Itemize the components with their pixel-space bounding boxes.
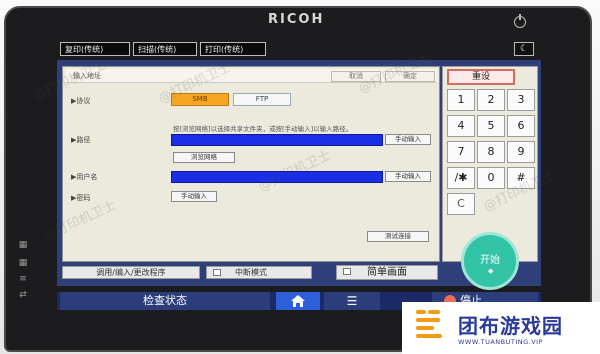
path-manual-input-button[interactable]: 手动输入 (385, 134, 431, 145)
side-arrow-icon: ⇄ (19, 290, 27, 300)
key-3[interactable]: 3 (507, 89, 535, 111)
key-2[interactable]: 2 (477, 89, 505, 111)
key-4[interactable]: 4 (447, 115, 475, 137)
address-dialog: 输入地址 取消 确定 ▶协议 SMB FTP 按[浏览网络]以选择共享文件夹，或… (62, 66, 440, 262)
dialog-header: 输入地址 取消 确定 (65, 69, 437, 83)
key-hash[interactable]: # (507, 167, 535, 189)
simple-screen-checkbox-icon (343, 268, 351, 275)
browse-network-button[interactable]: 浏览网络 (173, 152, 235, 163)
interrupt-mode-checkbox-icon (213, 269, 221, 276)
username-label: ▶用户名 (71, 173, 98, 181)
key-1[interactable]: 1 (447, 89, 475, 111)
cancel-button[interactable]: 取消 (331, 71, 381, 82)
start-button[interactable]: ◆ 开始 (461, 232, 519, 290)
tab-copy[interactable]: 复印(传统) (60, 42, 130, 56)
menu-button[interactable]: ☰ (324, 292, 380, 310)
path-hint: 按[浏览网络]以选择共享文件夹，或按[手动输入]以输入路径。 (173, 125, 353, 133)
site-logo-banner: 团布游戏园 WWW.TUANBUTING.VIP (402, 302, 600, 354)
protocol-smb-button[interactable]: SMB (171, 93, 229, 106)
key-6[interactable]: 6 (507, 115, 535, 137)
menu-icon: ☰ (346, 294, 358, 308)
interrupt-mode-label: 中断模式 (235, 268, 267, 277)
interrupt-mode-button[interactable]: 中断模式 (206, 266, 312, 279)
simple-screen-label: 简单画面 (367, 267, 407, 278)
ok-button[interactable]: 确定 (385, 71, 435, 82)
username-manual-input-button[interactable]: 手动输入 (385, 171, 431, 182)
home-button[interactable] (276, 292, 320, 310)
home-icon (291, 295, 305, 307)
key-9[interactable]: 9 (507, 141, 535, 163)
power-icon[interactable] (514, 14, 526, 28)
tab-print[interactable]: 打印(传统) (200, 42, 266, 56)
key-clear[interactable]: C (447, 193, 475, 215)
username-field[interactable] (171, 171, 383, 183)
program-button[interactable]: 调用/编入/更改程序 (62, 266, 200, 279)
key-8[interactable]: 8 (477, 141, 505, 163)
tab-scan[interactable]: 扫描(传统) (133, 42, 197, 56)
protocol-label: ▶协议 (71, 97, 91, 105)
logo-text: 团布游戏园 (458, 314, 563, 338)
key-0[interactable]: 0 (477, 167, 505, 189)
protocol-ftp-button[interactable]: FTP (233, 93, 291, 106)
check-status-button[interactable]: 检查状态 (60, 292, 270, 310)
password-label: ▶密码 (71, 194, 91, 202)
test-connection-button[interactable]: 测试连接 (367, 231, 429, 242)
start-indicator-icon: ◆ (488, 267, 494, 275)
path-field[interactable] (171, 134, 383, 146)
side-grid-icon-2: ▦ (18, 258, 28, 268)
path-label: ▶路径 (71, 136, 91, 144)
side-lines-icon: ≡ (19, 274, 27, 284)
logo-mark-icon (416, 310, 442, 342)
function-tabs: 复印(传统) 扫描(传统) 打印(传统) (60, 42, 266, 56)
energy-saver-moon-icon[interactable]: ☾ (514, 42, 534, 56)
password-manual-input-button[interactable]: 手动输入 (171, 191, 217, 202)
logo-url: WWW.TUANBUTING.VIP (458, 338, 543, 346)
dialog-title: 输入地址 (73, 72, 101, 80)
key-7[interactable]: 7 (447, 141, 475, 163)
reset-button[interactable]: 重设 (447, 69, 515, 85)
brand-logo: RICOH (268, 12, 325, 27)
side-grid-icon: ▦ (18, 240, 28, 250)
simple-screen-button[interactable]: 简单画面 (336, 265, 438, 280)
key-5[interactable]: 5 (477, 115, 505, 137)
key-slash-star[interactable]: /✱ (447, 167, 475, 189)
